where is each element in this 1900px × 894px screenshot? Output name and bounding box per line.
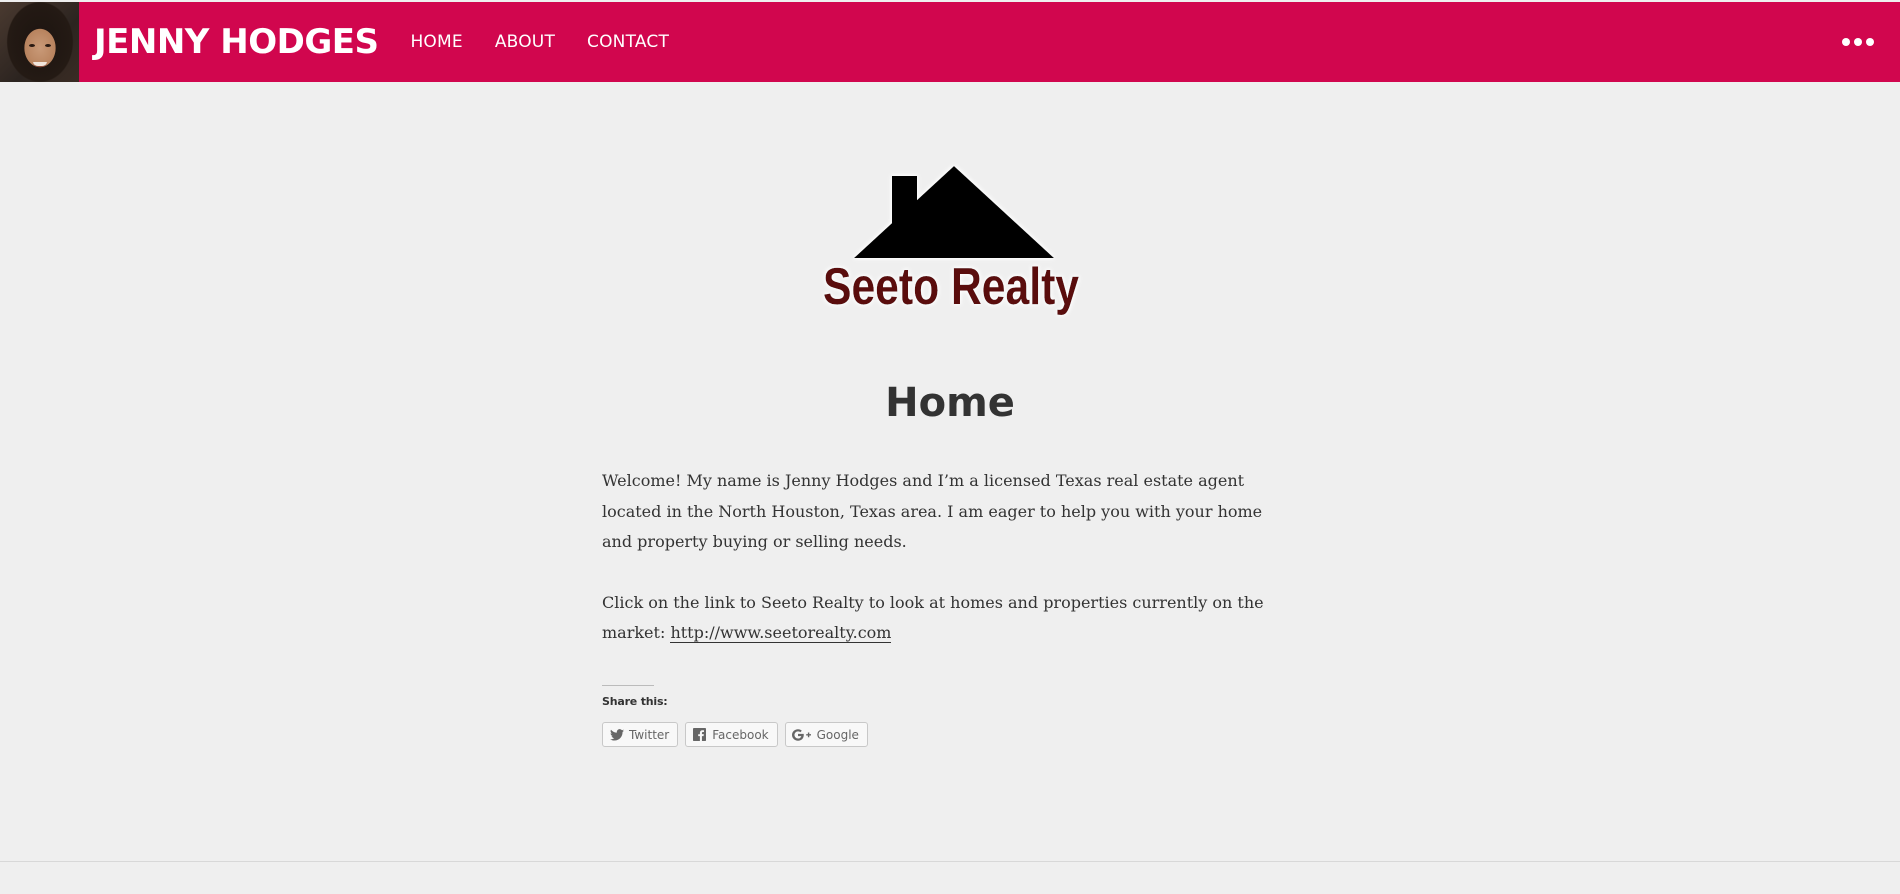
intro-paragraph: Welcome! My name is Jenny Hodges and I’m… — [602, 471, 1263, 551]
link-paragraph: Click on the link to Seeto Realty to loo… — [602, 588, 1292, 649]
share-twitter-label: Twitter — [629, 727, 670, 742]
main-nav: HOME ABOUT CONTACT — [410, 32, 669, 52]
site-title[interactable]: JENNY HODGES — [94, 22, 379, 62]
share-divider — [602, 685, 654, 686]
avatar-eye — [45, 44, 51, 47]
share-heading: Share this: — [602, 695, 668, 708]
twitter-icon — [609, 727, 624, 742]
share-google-label: Google — [816, 727, 859, 742]
logo-text: Seeto Realty — [823, 258, 1079, 316]
seeto-realty-logo: Seeto Realty — [823, 166, 1079, 316]
house-roof-icon — [854, 166, 1054, 258]
ellipsis-icon — [1866, 38, 1874, 46]
nav-item-contact[interactable]: CONTACT — [587, 32, 669, 52]
more-menu-button[interactable] — [1842, 28, 1874, 56]
facebook-icon — [692, 727, 707, 742]
nav-item-about[interactable]: ABOUT — [495, 32, 555, 52]
share-facebook-label: Facebook — [712, 727, 769, 742]
avatar[interactable] — [0, 2, 79, 82]
footer-divider — [0, 861, 1900, 862]
entry-content: Welcome! My name is Jenny Hodges and I’m… — [602, 466, 1292, 679]
page-title: Home — [885, 380, 1015, 426]
share-buttons: Twitter Facebook Google — [602, 722, 868, 747]
nav-item-home[interactable]: HOME — [410, 32, 462, 52]
site-header: JENNY HODGES HOME ABOUT CONTACT — [0, 2, 1900, 82]
avatar-mouth — [33, 62, 47, 67]
ellipsis-icon — [1854, 38, 1862, 46]
seeto-realty-link[interactable]: http://www.seetorealty.com — [670, 623, 892, 643]
share-facebook-button[interactable]: Facebook — [685, 722, 778, 747]
share-google-button[interactable]: Google — [784, 722, 868, 747]
share-twitter-button[interactable]: Twitter — [602, 722, 679, 747]
share-section: Share this: Twitter Facebook Google — [602, 685, 868, 747]
google-plus-icon — [792, 727, 812, 742]
ellipsis-icon — [1842, 38, 1850, 46]
avatar-eye — [29, 44, 35, 47]
